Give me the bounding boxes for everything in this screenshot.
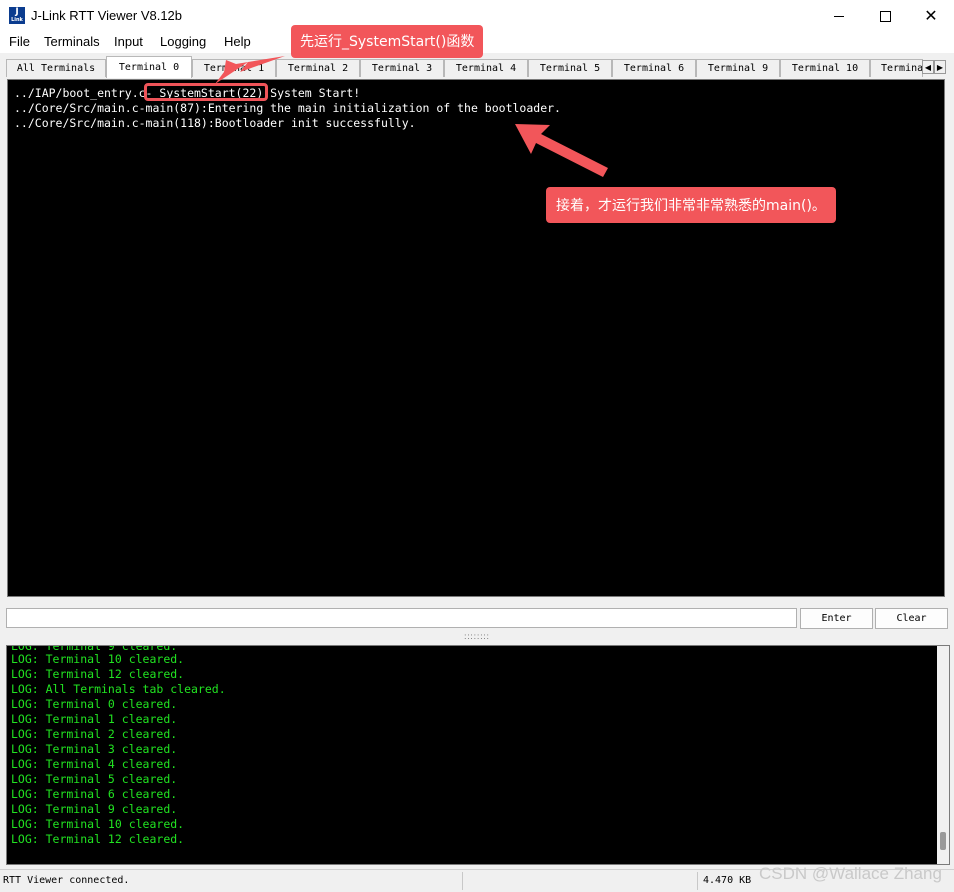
minimize-icon — [834, 16, 844, 17]
status-separator — [697, 872, 698, 890]
maximize-button[interactable] — [862, 0, 908, 31]
tab-terminal-9[interactable]: Terminal 9 — [696, 59, 780, 77]
terminal-input[interactable] — [6, 608, 797, 628]
menu-terminals[interactable]: Terminals — [44, 34, 100, 49]
tab-terminal-12[interactable]: Terminal 12 — [870, 59, 923, 77]
data-size-readout: 4.470 KB — [703, 875, 752, 886]
window-title: J-Link RTT Viewer V8.12b — [31, 8, 183, 23]
tab-terminal-2[interactable]: Terminal 2 — [276, 59, 360, 77]
terminal-output[interactable]: ../IAP/boot_entry.c-_SystemStart(22):Sys… — [7, 79, 945, 597]
tab-scroll-left-button[interactable]: ◀ — [922, 60, 934, 74]
terminal-tab-bar: All Terminals Terminal 0 Terminal 1 Term… — [0, 56, 954, 78]
annotation-callout-main: 接着，才运行我们非常非常熟悉的main()。 — [546, 187, 836, 223]
enter-button[interactable]: Enter — [800, 608, 873, 629]
tab-terminal-5[interactable]: Terminal 5 — [528, 59, 612, 77]
menu-help[interactable]: Help — [224, 34, 251, 49]
terminal-line: ../Core/Src/main.c-main(118):Bootloader … — [14, 116, 416, 130]
rtt-viewer-window: J Link J-Link RTT Viewer V8.12b ✕ File T… — [0, 0, 954, 892]
minimize-button[interactable] — [816, 0, 862, 31]
log-line: LOG: Terminal 4 cleared. — [11, 757, 178, 771]
log-line: LOG: All Terminals tab cleared. — [11, 682, 226, 696]
log-line: LOG: Terminal 2 cleared. — [11, 727, 178, 741]
status-separator — [462, 872, 463, 890]
triangle-right-icon: ▶ — [936, 63, 944, 72]
log-line: LOG: Terminal 3 cleared. — [11, 742, 178, 756]
tab-terminal-10[interactable]: Terminal 10 — [780, 59, 870, 77]
panel-splitter-handle[interactable]: :::::::: — [0, 632, 954, 642]
log-line: LOG: Terminal 12 cleared. — [11, 667, 185, 681]
maximize-icon — [879, 11, 891, 22]
menu-input[interactable]: Input — [114, 34, 143, 49]
annotation-callout-systemstart: 先运行_SystemStart()函数 — [291, 25, 484, 58]
menu-logging[interactable]: Logging — [160, 34, 206, 49]
tab-scroll-right-button[interactable]: ▶ — [934, 60, 946, 74]
log-line: LOG: Terminal 1 cleared. — [11, 712, 178, 726]
clear-button[interactable]: Clear — [875, 608, 948, 629]
triangle-left-icon: ◀ — [924, 63, 932, 72]
log-line: LOG: Terminal 6 cleared. — [11, 787, 178, 801]
tab-terminal-0[interactable]: Terminal 0 — [106, 56, 192, 78]
connection-status: RTT Viewer connected. — [3, 875, 130, 886]
close-button[interactable]: ✕ — [908, 0, 954, 31]
log-scrollbar[interactable] — [937, 646, 949, 864]
log-output[interactable]: LOG: Terminal 9 cleared. LOG: Terminal 1… — [6, 645, 950, 865]
tab-terminal-1[interactable]: Terminal 1 — [192, 59, 276, 77]
log-line: LOG: Terminal 10 cleared. — [11, 817, 185, 831]
log-line: LOG: Terminal 9 cleared. — [11, 802, 178, 816]
log-line: LOG: Terminal 12 cleared. — [11, 832, 185, 846]
log-line: LOG: Terminal 0 cleared. — [11, 697, 178, 711]
log-line: LOG: Terminal 5 cleared. — [11, 772, 178, 786]
tab-terminal-6[interactable]: Terminal 6 — [612, 59, 696, 77]
jlink-app-icon: J Link — [9, 7, 25, 24]
tab-terminal-4[interactable]: Terminal 4 — [444, 59, 528, 77]
terminal-line: ../Core/Src/main.c-main(87):Entering the… — [14, 101, 561, 115]
tab-terminal-3[interactable]: Terminal 3 — [360, 59, 444, 77]
app-icon-subtext: Link — [11, 17, 23, 23]
csdn-watermark: CSDN @Wallace Zhang — [759, 864, 942, 883]
app-icon-letter: J — [15, 7, 19, 17]
systemstart-highlight-box — [144, 83, 268, 101]
log-scrollbar-thumb[interactable] — [940, 832, 946, 850]
log-line: LOG: Terminal 10 cleared. — [11, 652, 185, 666]
close-icon: ✕ — [924, 6, 938, 25]
tab-all-terminals[interactable]: All Terminals — [6, 59, 106, 77]
menu-file[interactable]: File — [9, 34, 30, 49]
